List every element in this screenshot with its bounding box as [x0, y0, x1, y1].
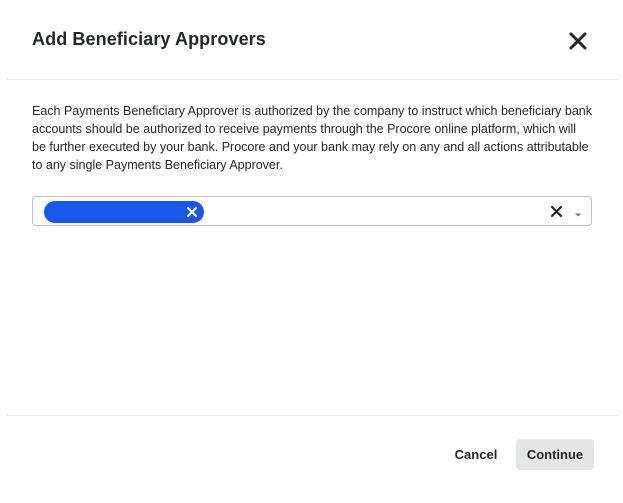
- modal-title: Add Beneficiary Approvers: [32, 29, 266, 49]
- clear-selection-button[interactable]: [550, 205, 563, 218]
- continue-button[interactable]: Continue: [516, 439, 594, 470]
- clear-icon: [550, 205, 563, 218]
- cancel-button[interactable]: Cancel: [445, 439, 507, 470]
- modal-description: Each Payments Beneficiary Approver is au…: [32, 104, 593, 172]
- header-divider: [6, 79, 618, 80]
- approver-multiselect[interactable]: [32, 196, 592, 226]
- selected-approver-tag: [44, 201, 204, 223]
- modal-header: Add Beneficiary Approvers: [0, 0, 623, 80]
- add-beneficiary-approvers-modal: Add Beneficiary Approvers Each Payments …: [0, 0, 623, 503]
- caret-down-icon: [575, 213, 581, 217]
- remove-tag-button[interactable]: [185, 205, 199, 219]
- close-button[interactable]: [566, 29, 590, 53]
- footer-divider: [6, 415, 618, 416]
- close-icon: [187, 207, 197, 217]
- dropdown-toggle[interactable]: [573, 207, 583, 217]
- close-icon: [569, 32, 587, 50]
